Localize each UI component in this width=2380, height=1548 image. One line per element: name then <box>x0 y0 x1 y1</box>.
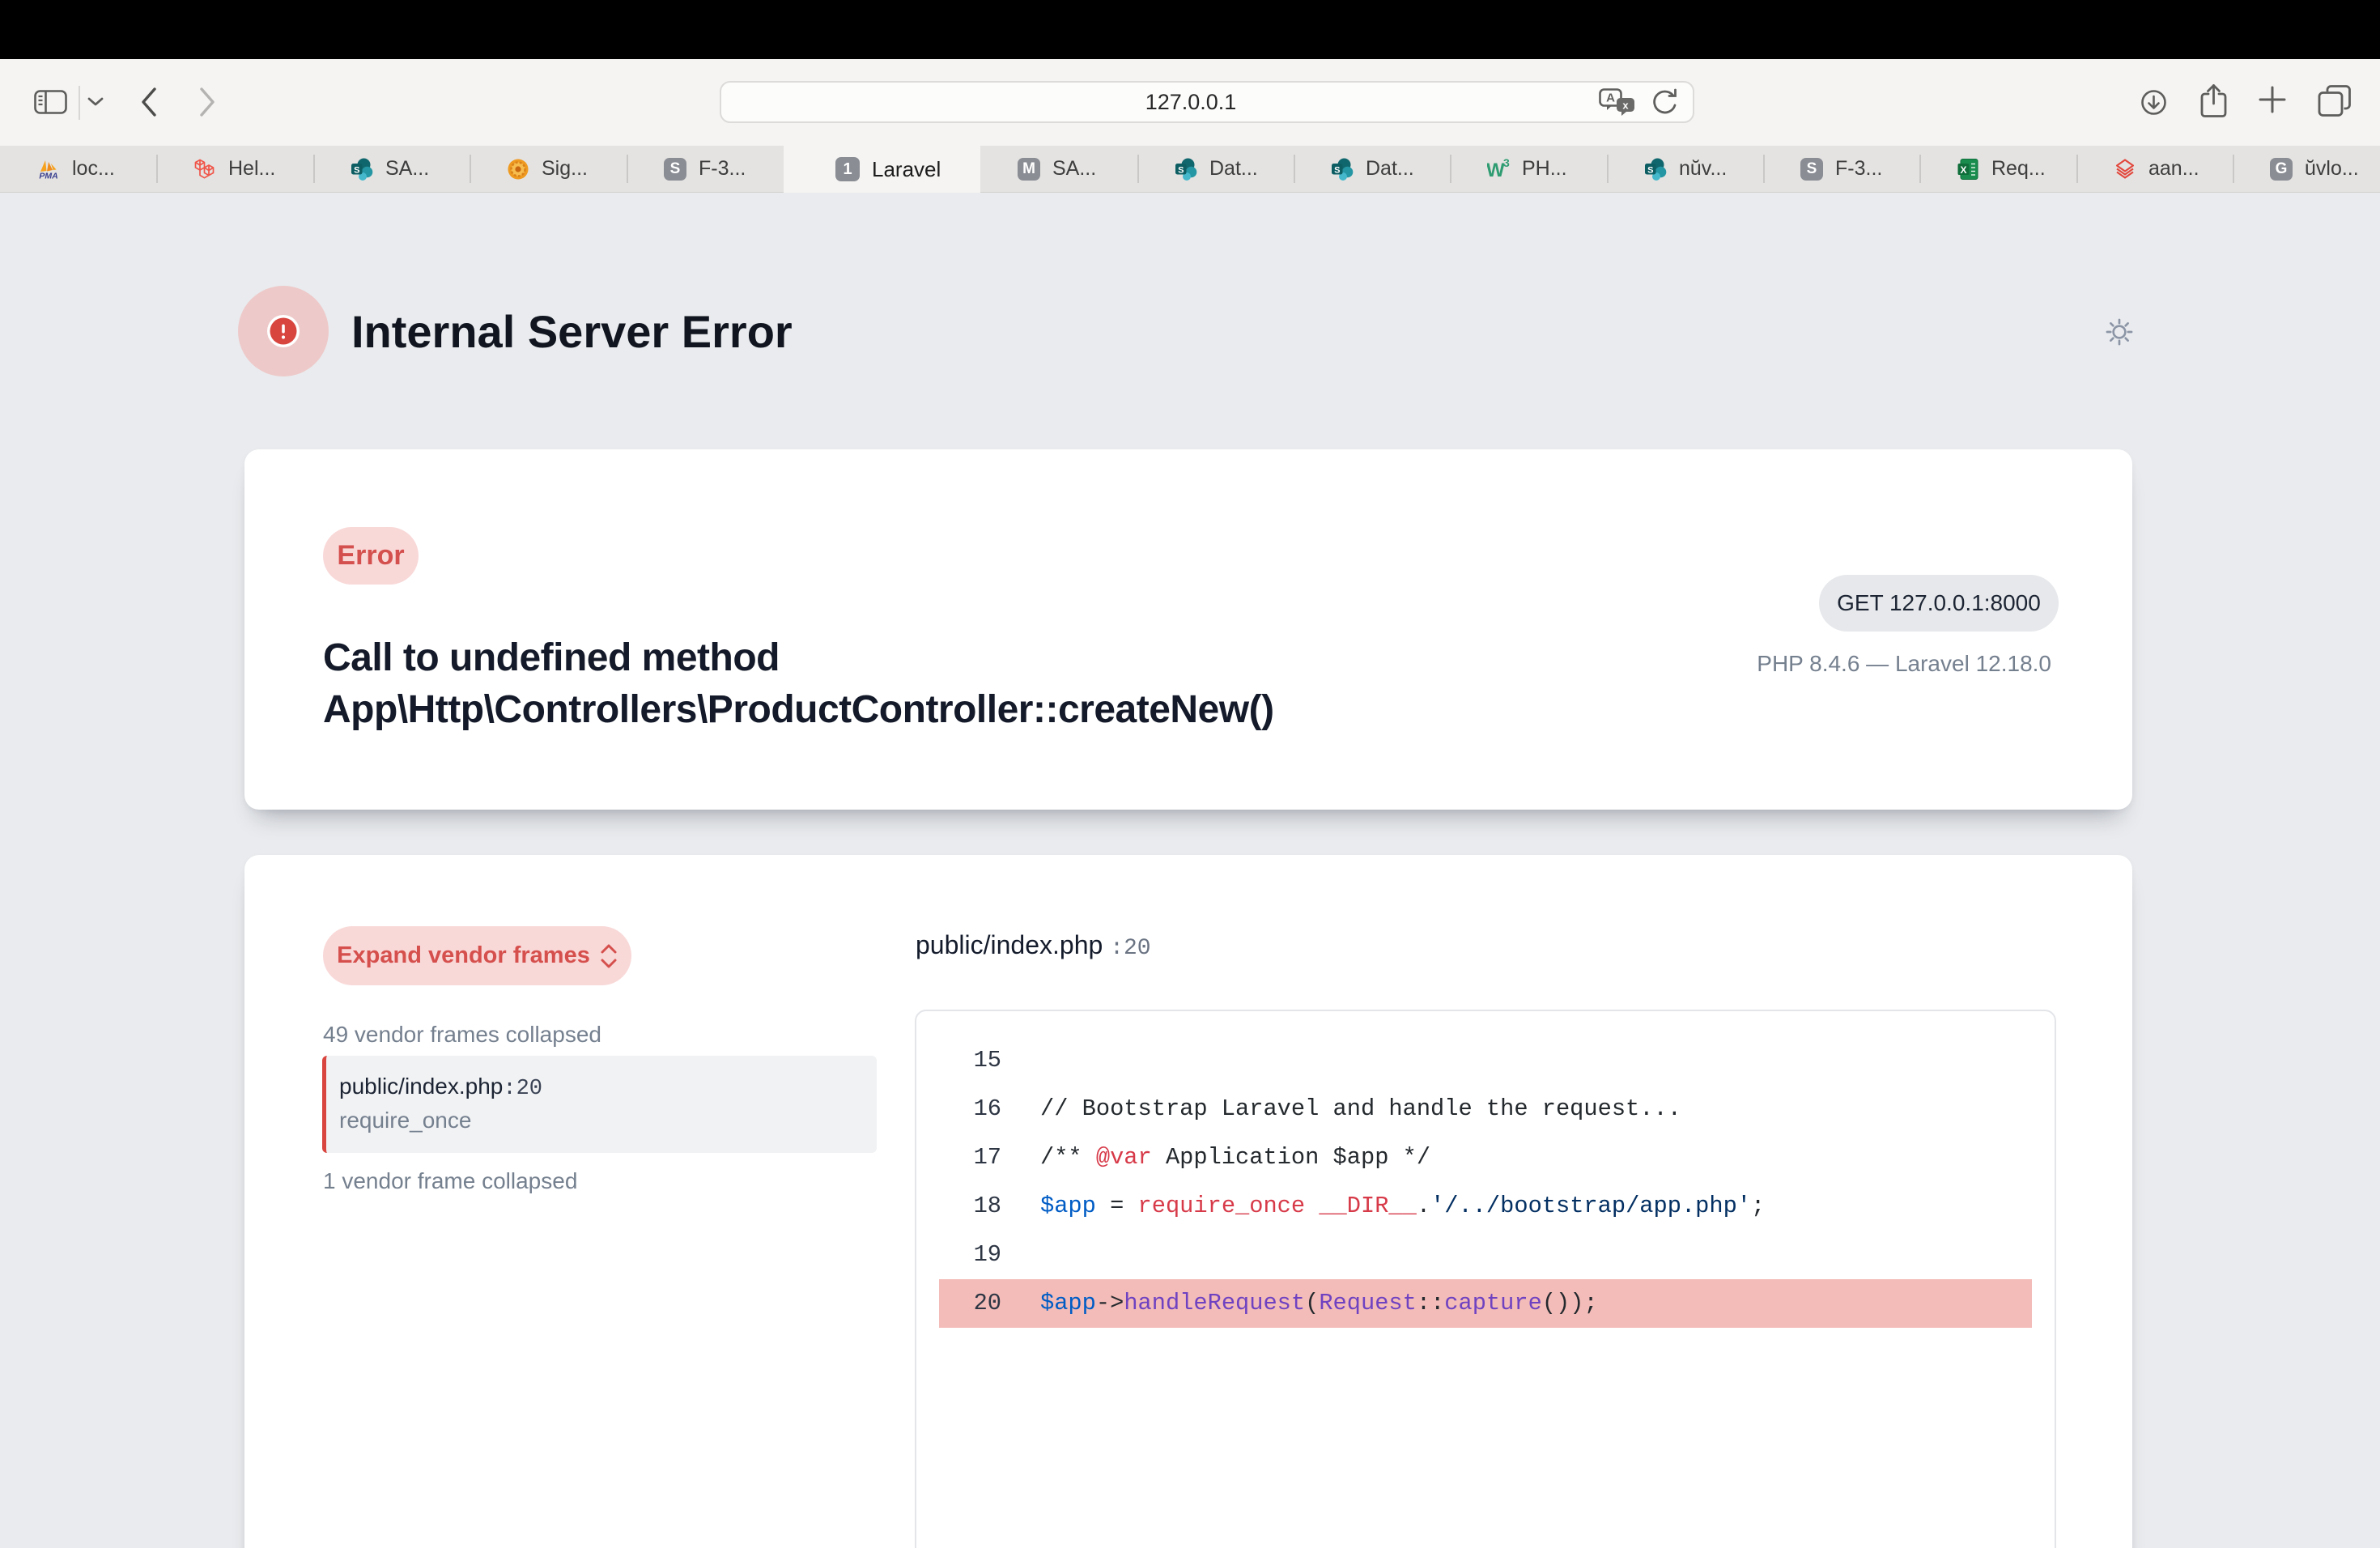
svg-text:S: S <box>1334 165 1340 175</box>
svg-text:PMA: PMA <box>39 171 57 181</box>
svg-text:X: X <box>1960 164 1966 175</box>
svg-text:W: W <box>1487 159 1505 181</box>
svg-text:x: x <box>1622 100 1629 112</box>
svg-text:S: S <box>1647 165 1653 175</box>
svg-text:S: S <box>1178 165 1184 175</box>
svg-text:A: A <box>1606 91 1615 105</box>
svg-text:3: 3 <box>1503 158 1510 169</box>
svg-text:S: S <box>354 165 359 175</box>
